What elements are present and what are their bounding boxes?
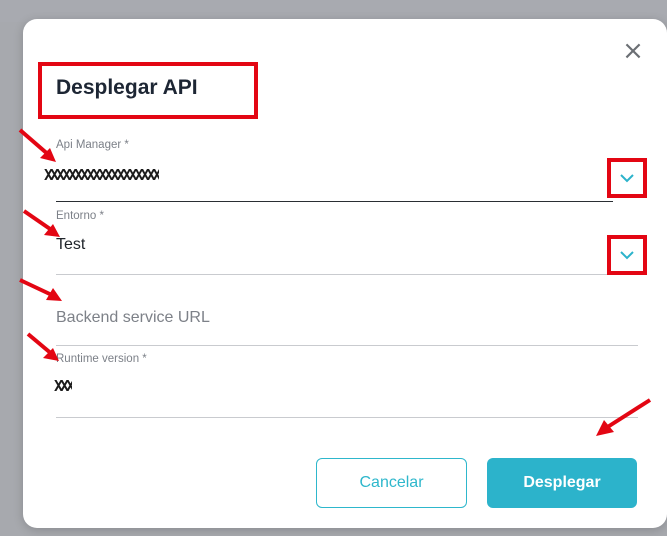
chevron-down-icon (620, 173, 634, 182)
backend-url-underline (56, 345, 638, 346)
deploy-button[interactable]: Desplegar (487, 458, 637, 508)
annotation-arrow (26, 332, 59, 361)
close-icon[interactable]: × (620, 38, 646, 64)
annotation-arrow (596, 398, 652, 436)
chevron-down-icon (620, 250, 634, 259)
runtime-version-underline (56, 417, 638, 418)
api-manager-value-redacted[interactable]: XXXXXXXXXXXXXXXXXXX (44, 166, 159, 186)
annotation-arrow (19, 278, 62, 301)
annotation-arrow (22, 209, 60, 237)
api-manager-dropdown-toggle[interactable] (607, 158, 647, 198)
runtime-version-value-redacted[interactable]: XXX (54, 377, 72, 397)
backend-url-input[interactable]: Backend service URL (56, 309, 210, 327)
runtime-version-label: Runtime version * (56, 353, 147, 365)
cancel-button[interactable]: Cancelar (316, 458, 467, 508)
api-manager-label: Api Manager * (56, 139, 129, 151)
entorno-dropdown-toggle[interactable] (607, 235, 647, 275)
annotation-arrow (18, 128, 56, 162)
dialog-title: Desplegar API (56, 76, 198, 99)
api-manager-underline (56, 201, 613, 202)
entorno-underline (56, 274, 638, 275)
